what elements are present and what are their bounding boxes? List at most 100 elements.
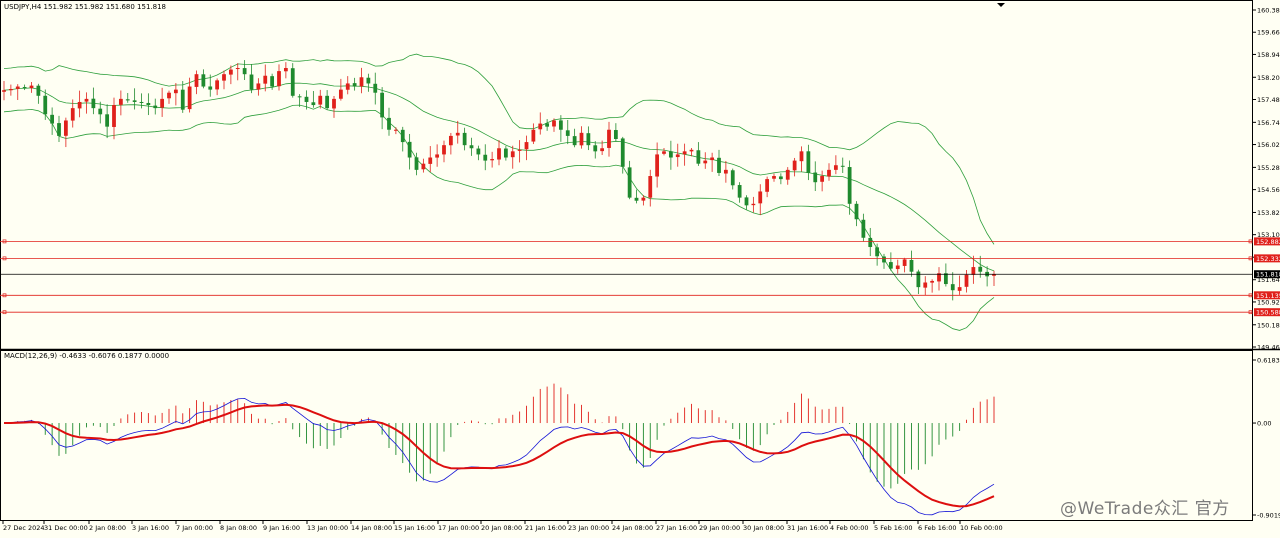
candle-body (435, 154, 440, 158)
candle-body (854, 203, 859, 220)
candle-body (503, 148, 508, 158)
candle-body (249, 74, 254, 90)
candle-body (132, 100, 137, 102)
candle-body (751, 203, 756, 206)
time-tick-label: 8 Jan 08:00 (220, 524, 257, 532)
candle-body (373, 83, 378, 93)
chart-canvas[interactable]: USDJPY,H4 151.982 151.982 151.680 151.81… (0, 0, 1280, 538)
candle-body (861, 219, 866, 238)
time-tick-label: 29 Jan 00:00 (699, 524, 740, 532)
candle-body (950, 284, 955, 291)
candle-body (469, 145, 474, 149)
candle-body (517, 149, 522, 151)
candle-body (902, 259, 907, 266)
candle-body (387, 117, 391, 130)
candle-body (593, 145, 598, 152)
candle-body (414, 157, 419, 170)
candle-body (730, 170, 735, 186)
candle-body (325, 95, 330, 109)
candle-body (833, 165, 838, 170)
time-tick-label: 27 Dec 2024 (3, 524, 45, 532)
candle-body (552, 120, 556, 127)
candle-body (8, 89, 13, 91)
candle-body (277, 71, 281, 87)
candle-body (256, 83, 261, 90)
time-tick-label: 9 Jan 16:00 (263, 524, 300, 532)
candle-body (173, 89, 178, 94)
candle-body (558, 120, 563, 130)
candle-body (785, 169, 790, 180)
candle-body (98, 108, 103, 115)
candle-body (84, 98, 89, 102)
candle-body (483, 154, 488, 161)
time-tick-label: 24 Jan 08:00 (612, 524, 653, 532)
candle-body (304, 96, 309, 102)
candle-body (627, 167, 632, 198)
price-tick-label: 159.660 (1257, 29, 1280, 37)
candle-body (510, 151, 515, 158)
time-tick-label: 31 Jan 16:00 (787, 524, 828, 532)
candle-body (194, 74, 199, 87)
candle-body (15, 86, 20, 89)
macd-tick-label: -0.9019 (1257, 512, 1280, 520)
candle-body (847, 167, 852, 204)
candle-body (634, 197, 639, 201)
candle-body (311, 102, 316, 106)
candle-body (428, 157, 433, 164)
candle-body (393, 129, 398, 131)
macd-tick-label: 0.00 (1257, 420, 1271, 428)
price-tick-label: 160.380 (1257, 7, 1280, 15)
price-tick-label: 154.560 (1257, 186, 1280, 194)
candle-body (297, 96, 302, 98)
candle-body (270, 76, 275, 87)
candle-body (146, 102, 151, 106)
candle-body (737, 185, 742, 198)
candle-body (909, 259, 914, 272)
time-tick-label: 13 Jan 00:00 (307, 524, 348, 532)
current-price-label: 151.818 (1256, 271, 1280, 279)
candle-body (641, 197, 646, 201)
candle-body (290, 68, 295, 96)
candle-body (675, 154, 680, 158)
candle-body (703, 160, 708, 164)
candle-body (813, 172, 818, 183)
time-tick-label: 20 Jan 08:00 (481, 524, 522, 532)
candle-body (545, 123, 550, 127)
candle-body (222, 74, 226, 81)
time-tick-label: 14 Jan 08:00 (351, 524, 392, 532)
candle-body (792, 160, 797, 171)
candle-body (930, 280, 935, 283)
candle-body (448, 135, 453, 146)
price-tick-label: 158.200 (1257, 74, 1280, 82)
price-tick-label: 156.740 (1257, 119, 1280, 127)
time-tick-label: 23 Jan 00:00 (568, 524, 609, 532)
candle-body (22, 87, 27, 89)
candle-body (497, 148, 501, 160)
candle-body (366, 77, 371, 84)
candle-body (2, 90, 6, 92)
candle-body (524, 142, 529, 150)
candle-body (655, 154, 660, 177)
candle-body (380, 92, 385, 118)
candle-body (242, 68, 247, 75)
candle-body (943, 273, 948, 285)
candle-body (586, 133, 591, 146)
candle-body (201, 74, 206, 87)
candle-body (957, 287, 962, 291)
price-tick-label: 156.020 (1257, 141, 1280, 149)
level-price-label: 150.588 (1256, 309, 1280, 317)
candle-body (283, 68, 288, 72)
candle-body (400, 129, 405, 143)
candle-body (263, 75, 268, 84)
candle-body (63, 120, 68, 136)
bollinger-middle (3, 82, 995, 272)
candle-body (455, 132, 460, 136)
candle-body (43, 95, 48, 115)
candle-body (139, 101, 144, 103)
candle-body (923, 282, 928, 288)
candle-body (971, 267, 976, 275)
candle-body (882, 256, 886, 263)
candle-body (827, 169, 831, 177)
bollinger-lower (3, 104, 995, 331)
candle-body (187, 86, 192, 110)
